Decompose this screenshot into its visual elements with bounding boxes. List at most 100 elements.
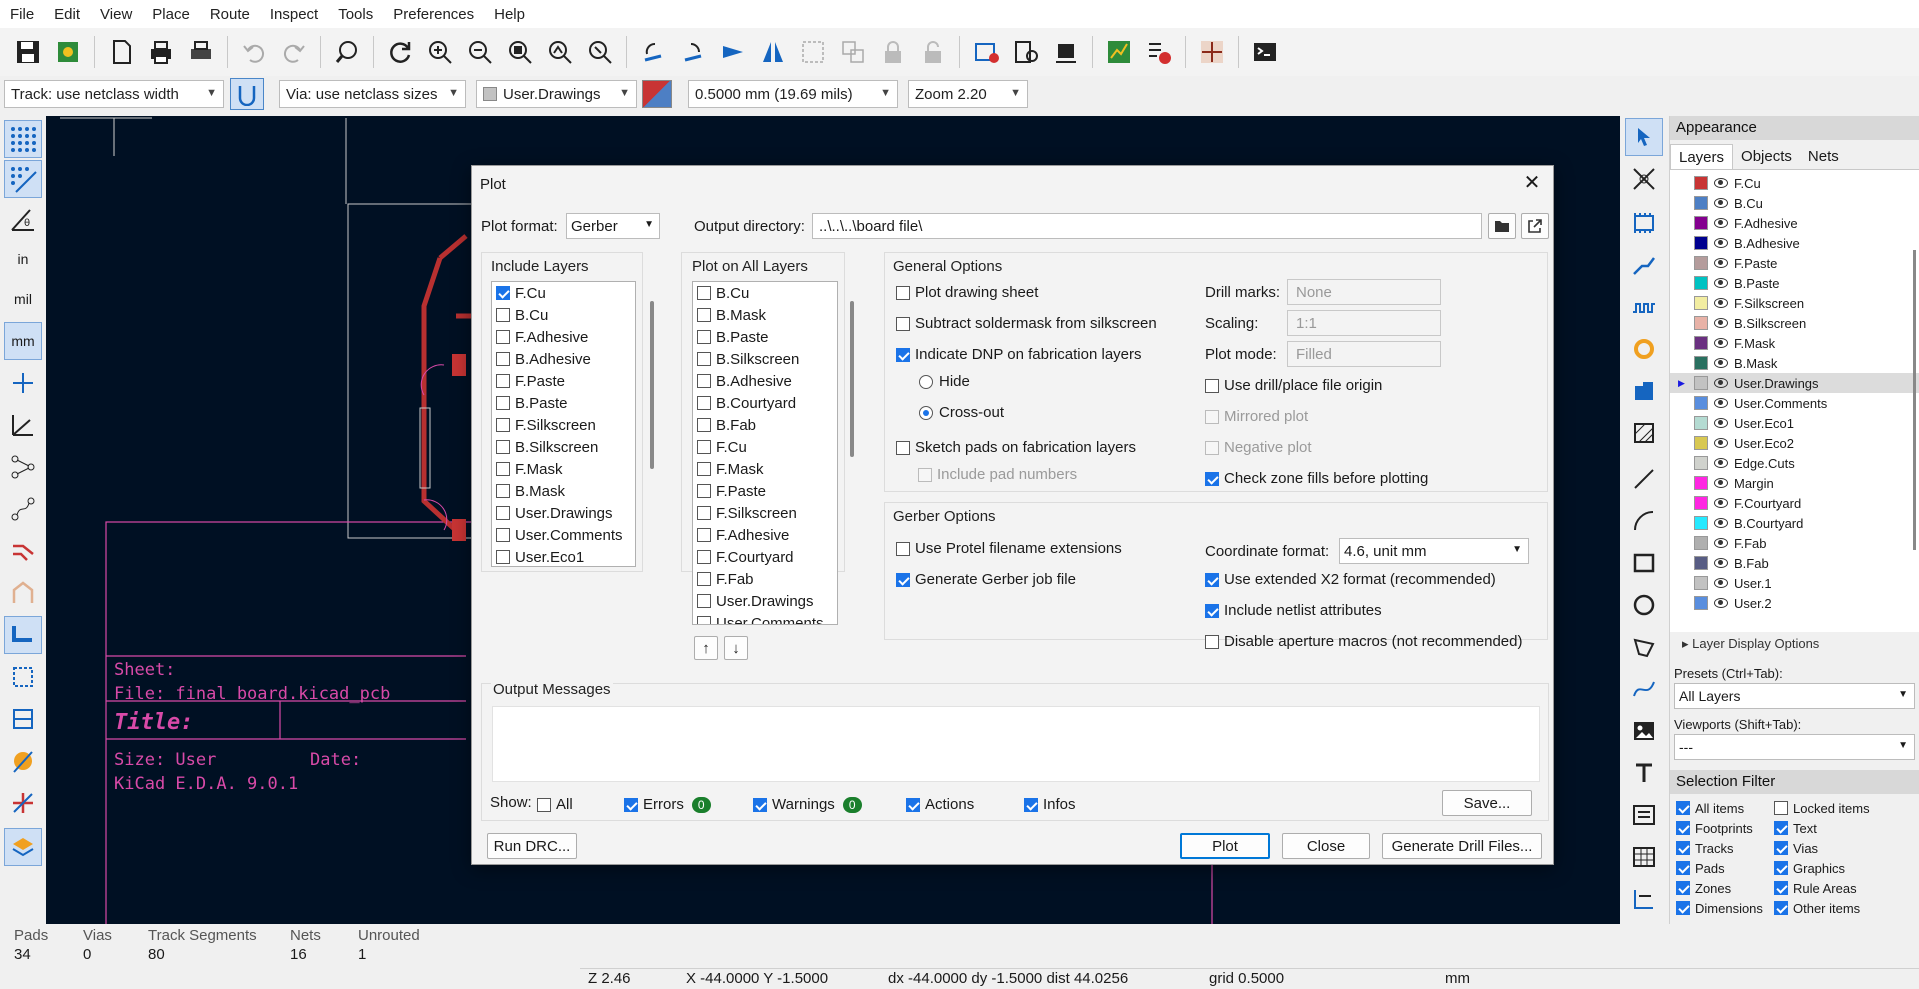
menu-view[interactable]: View <box>90 6 142 23</box>
via-display-icon[interactable] <box>4 784 42 822</box>
layer-color-swatch[interactable] <box>1694 376 1708 390</box>
appearance-layer-row[interactable]: Margin <box>1670 473 1919 493</box>
layer-checkbox[interactable] <box>697 484 711 498</box>
eye-icon[interactable] <box>1714 318 1728 328</box>
include-layer-item[interactable]: F.Cu <box>492 282 635 304</box>
include-layer-item[interactable]: B.Paste <box>492 392 635 414</box>
include-layer-item[interactable]: User.Drawings <box>492 502 635 524</box>
plot-button[interactable]: Plot <box>1180 833 1270 859</box>
menu-preferences[interactable]: Preferences <box>383 6 484 23</box>
layer-color-swatch[interactable] <box>1694 496 1708 510</box>
local-ratsnest-icon[interactable] <box>1625 160 1663 198</box>
coord-format-select[interactable]: 4.6, unit mm ▼ <box>1339 538 1529 564</box>
browse-folder-button[interactable] <box>1488 213 1516 239</box>
add-via-icon[interactable] <box>1625 330 1663 368</box>
include-layer-item[interactable]: F.Paste <box>492 370 635 392</box>
layer-list-scrollbar[interactable] <box>1913 250 1916 550</box>
redo-icon[interactable] <box>278 36 310 68</box>
gerber-job-file-checkbox[interactable]: Generate Gerber job file <box>896 571 1076 588</box>
tab-objects[interactable]: Objects <box>1733 144 1800 169</box>
layer-checkbox[interactable] <box>697 550 711 564</box>
add-dimension-icon[interactable] <box>1625 880 1663 918</box>
units-mils-button[interactable]: mil <box>4 280 42 318</box>
plot-format-select[interactable]: Gerber ▼ <box>566 213 660 239</box>
plot-all-layer-item[interactable]: B.Cu <box>693 282 837 304</box>
eye-icon[interactable] <box>1714 518 1728 528</box>
scripting-console-icon[interactable] <box>1249 36 1281 68</box>
layer-checkbox[interactable] <box>697 572 711 586</box>
zone-fill-icon[interactable] <box>4 616 42 654</box>
layer-color-swatch[interactable] <box>1694 216 1708 230</box>
add-table-icon[interactable] <box>1625 838 1663 876</box>
include-pad-numbers-checkbox[interactable]: Include pad numbers <box>918 466 1077 483</box>
layer-checkbox[interactable] <box>697 462 711 476</box>
flip-icon[interactable] <box>717 36 749 68</box>
menu-route[interactable]: Route <box>200 6 260 23</box>
close-icon[interactable]: ✕ <box>1521 172 1543 194</box>
layer-color-swatch[interactable] <box>1694 356 1708 370</box>
layer-checkbox[interactable] <box>496 462 510 476</box>
filter-checkbox[interactable] <box>1774 841 1788 855</box>
appearance-layer-row[interactable]: B.Adhesive <box>1670 233 1919 253</box>
appearance-layer-row[interactable]: B.Fab <box>1670 553 1919 573</box>
zoom-in-icon[interactable] <box>424 36 456 68</box>
plot-all-layer-item[interactable]: B.Adhesive <box>693 370 837 392</box>
show-all-checkbox[interactable]: All <box>537 796 573 813</box>
route-track-icon[interactable] <box>1625 246 1663 284</box>
layers-manager-icon[interactable] <box>4 828 42 866</box>
save-icon[interactable] <box>12 36 44 68</box>
units-mm-button[interactable]: mm <box>4 322 42 360</box>
show-warnings-checkbox[interactable]: Warnings 0 <box>753 796 862 813</box>
eye-icon[interactable] <box>1714 478 1728 488</box>
layer-checkbox[interactable] <box>697 286 711 300</box>
selection-filter-item[interactable]: Footprints <box>1676 818 1774 838</box>
appearance-layer-row[interactable]: B.Courtyard <box>1670 513 1919 533</box>
plot-all-layer-item[interactable]: B.Mask <box>693 304 837 326</box>
layer-checkbox[interactable] <box>496 550 510 564</box>
selection-filter-item[interactable]: Graphics <box>1774 858 1904 878</box>
open-folder-button[interactable] <box>1521 213 1549 239</box>
board-setup-icon[interactable] <box>52 36 84 68</box>
save-messages-button[interactable]: Save... <box>1442 790 1532 816</box>
include-layer-item[interactable]: User.Comments <box>492 524 635 546</box>
rule-area-icon[interactable] <box>1625 414 1663 452</box>
appearance-layer-row[interactable]: User.1 <box>1670 573 1919 593</box>
layer-checkbox[interactable] <box>496 374 510 388</box>
filter-checkbox[interactable] <box>1774 901 1788 915</box>
generate-drill-files-button[interactable]: Generate Drill Files... <box>1382 833 1542 859</box>
plot-all-layers-list[interactable]: B.Cu B.Mask B.Paste B.Silkscreen B.Adhesive B… <box>692 281 838 625</box>
include-layer-item[interactable]: F.Silkscreen <box>492 414 635 436</box>
refresh-icon[interactable] <box>384 36 416 68</box>
layer-color-swatch[interactable] <box>1694 556 1708 570</box>
zoom-fit-icon[interactable] <box>504 36 536 68</box>
ratsnest-icon[interactable] <box>4 448 42 486</box>
pad-display-icon[interactable] <box>4 742 42 780</box>
print-icon[interactable] <box>145 36 177 68</box>
appearance-layer-row[interactable]: B.Cu <box>1670 193 1919 213</box>
appearance-layer-row[interactable]: F.Mask <box>1670 333 1919 353</box>
eye-icon[interactable] <box>1714 338 1728 348</box>
check-zone-fills-checkbox[interactable]: Check zone fills before plotting <box>1205 470 1428 487</box>
filter-checkbox[interactable] <box>1774 801 1788 815</box>
selection-filter-item[interactable]: Dimensions <box>1676 898 1774 918</box>
appearance-layer-row[interactable]: F.Paste <box>1670 253 1919 273</box>
appearance-layer-row[interactable]: B.Silkscreen <box>1670 313 1919 333</box>
eye-icon[interactable] <box>1714 558 1728 568</box>
drill-marks-select[interactable]: None <box>1287 279 1441 305</box>
layer-color-swatch[interactable] <box>1694 456 1708 470</box>
plot-drawing-sheet-checkbox[interactable]: Plot drawing sheet <box>896 284 1038 301</box>
show-tracks-icon[interactable] <box>4 532 42 570</box>
appearance-layer-row[interactable]: F.Adhesive <box>1670 213 1919 233</box>
layer-color-swatch[interactable] <box>1694 236 1708 250</box>
layer-checkbox[interactable] <box>496 418 510 432</box>
appearance-layer-row[interactable]: F.Courtyard <box>1670 493 1919 513</box>
eye-icon[interactable] <box>1714 278 1728 288</box>
selection-filter-item[interactable]: Locked items <box>1774 798 1904 818</box>
zoom-selection-icon[interactable] <box>584 36 616 68</box>
filter-checkbox[interactable] <box>1676 841 1690 855</box>
net-color-icon[interactable] <box>4 700 42 738</box>
filter-checkbox[interactable] <box>1676 881 1690 895</box>
plot-all-layer-item[interactable]: B.Paste <box>693 326 837 348</box>
plot-all-layer-item[interactable]: F.Adhesive <box>693 524 837 546</box>
output-messages-area[interactable] <box>492 706 1540 782</box>
